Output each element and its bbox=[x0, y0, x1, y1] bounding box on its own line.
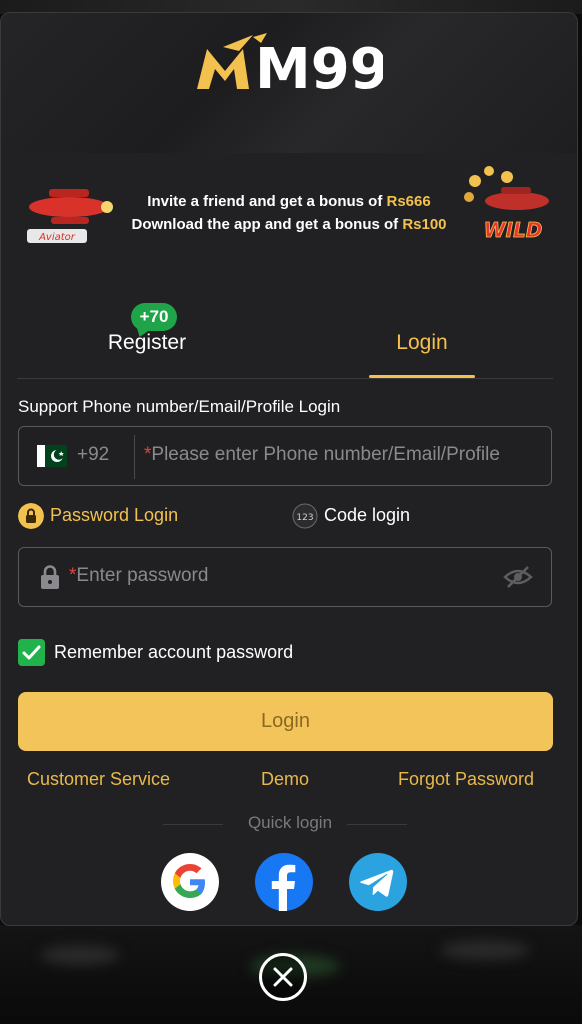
login-modal: M999 Aviator Invite a friend and get a b… bbox=[0, 12, 578, 926]
password-input[interactable]: *Enter password bbox=[18, 547, 552, 607]
remember-label: Remember account password bbox=[54, 642, 294, 662]
code-login-label: Code login bbox=[324, 505, 411, 525]
eye-hidden-icon[interactable] bbox=[503, 565, 533, 589]
register-bonus-badge: +70 bbox=[131, 303, 177, 331]
quick-login-divider: Quick login bbox=[1, 813, 577, 835]
password-placeholder-text: Enter password bbox=[76, 565, 209, 586]
forgot-password-link[interactable]: Forgot Password bbox=[398, 769, 534, 790]
aviator-plane-icon: Aviator bbox=[27, 189, 113, 243]
lock-icon bbox=[41, 565, 59, 589]
pakistan-flag-icon[interactable] bbox=[37, 445, 67, 467]
facebook-login-button[interactable] bbox=[255, 853, 313, 911]
promo-banner[interactable]: Aviator Invite a friend and get a bonus … bbox=[19, 163, 559, 255]
password-login-label: Password Login bbox=[50, 505, 179, 525]
close-button[interactable] bbox=[259, 953, 307, 1001]
active-tab-indicator bbox=[369, 375, 475, 378]
code-123-icon: 123 bbox=[292, 503, 318, 529]
banner-download-text: Download the app and get a bonus of bbox=[131, 216, 403, 233]
facebook-icon bbox=[271, 864, 296, 911]
banner-invite-line: Invite a friend and get a bonus of Rs666 bbox=[109, 193, 469, 210]
modal-header: M999 bbox=[1, 13, 577, 153]
tab-register-label: Register bbox=[107, 331, 187, 354]
code-icon-text: 123 bbox=[296, 513, 313, 523]
demo-link[interactable]: Demo bbox=[261, 769, 309, 790]
input-divider bbox=[134, 435, 135, 479]
banner-invite-amount: Rs666 bbox=[386, 193, 431, 210]
tab-register[interactable]: Register bbox=[57, 331, 237, 355]
brand-logo: M999 bbox=[197, 33, 383, 93]
banner-invite-text: Invite a friend and get a bonus of bbox=[147, 193, 387, 210]
google-icon bbox=[173, 864, 205, 898]
telegram-login-button[interactable] bbox=[349, 853, 407, 911]
banner-download-amount: Rs100 bbox=[402, 216, 447, 233]
google-login-button[interactable] bbox=[161, 853, 219, 911]
tab-login[interactable]: Login bbox=[332, 331, 512, 355]
logo-text: M999 bbox=[255, 37, 383, 93]
wild-plane-icon: WILD bbox=[464, 166, 549, 242]
wild-label: WILD bbox=[484, 218, 543, 242]
login-button[interactable]: Login bbox=[18, 692, 553, 751]
tab-login-label: Login bbox=[396, 331, 448, 354]
quick-login-label: Quick login bbox=[247, 813, 333, 832]
account-field-label: Support Phone number/Email/Profile Login bbox=[18, 397, 341, 416]
auth-tabs: Register +70 Login bbox=[17, 303, 553, 379]
lock-badge-icon bbox=[18, 503, 44, 529]
quick-line-right bbox=[347, 824, 407, 825]
account-placeholder-text: Please enter Phone number/Email/Profile bbox=[151, 444, 500, 465]
remember-checkbox[interactable] bbox=[18, 639, 45, 666]
banner-download-line: Download the app and get a bonus of Rs10… bbox=[109, 216, 469, 233]
telegram-icon bbox=[360, 869, 394, 897]
customer-service-link[interactable]: Customer Service bbox=[27, 769, 170, 790]
account-placeholder: *Please enter Phone number/Email/Profile bbox=[144, 444, 544, 466]
aviator-label: Aviator bbox=[38, 232, 76, 243]
password-placeholder: *Enter password bbox=[69, 565, 469, 587]
country-code[interactable]: +92 bbox=[77, 444, 109, 466]
close-icon bbox=[273, 967, 293, 987]
account-input[interactable]: +92 *Please enter Phone number/Email/Pro… bbox=[18, 426, 552, 486]
